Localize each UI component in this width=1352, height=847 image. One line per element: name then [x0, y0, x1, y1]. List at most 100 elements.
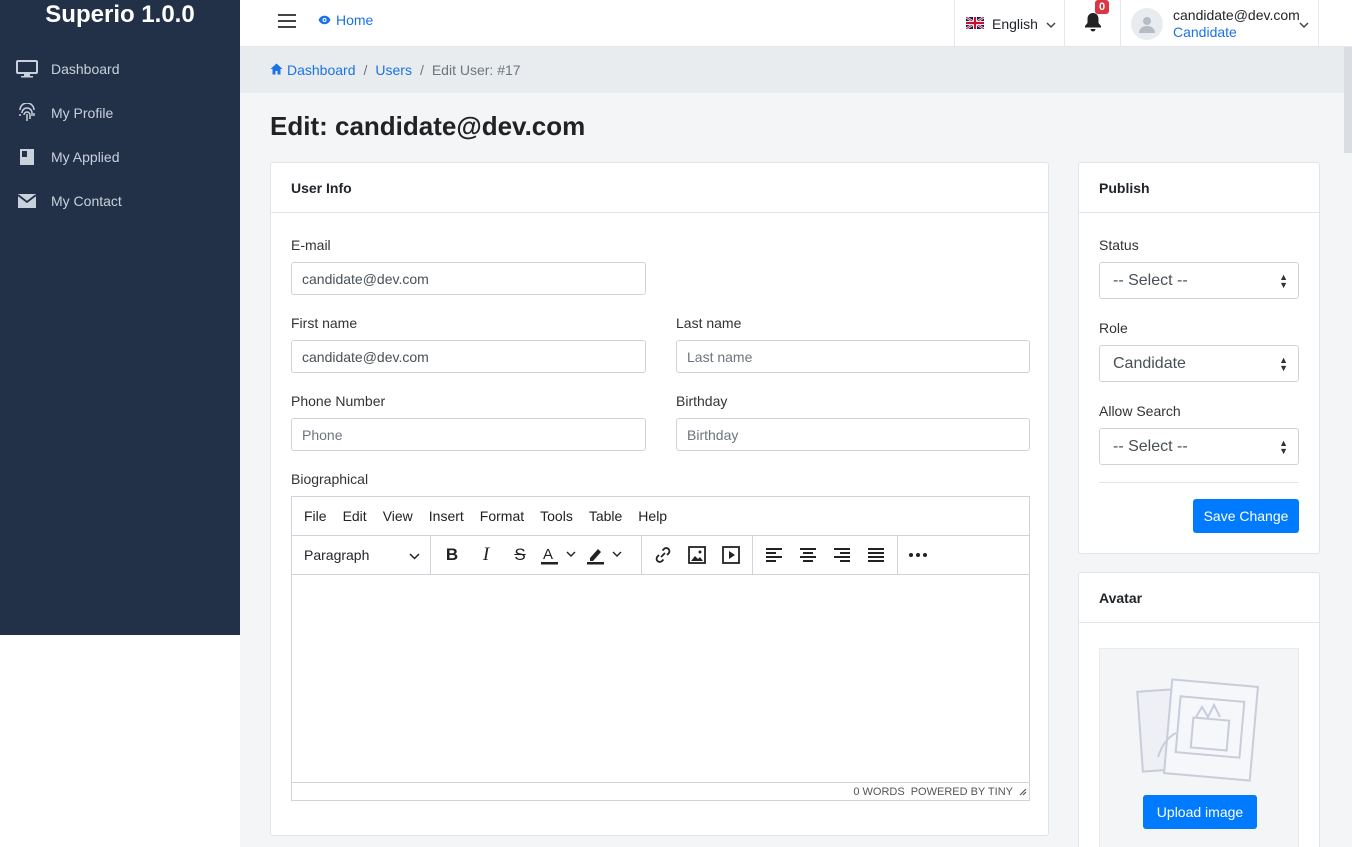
editor-toolbar: Paragraph B I S A: [292, 535, 1029, 575]
align-left-icon[interactable]: [757, 540, 791, 570]
breadcrumb-dashboard-link[interactable]: Dashboard: [287, 62, 356, 78]
editor-menu-table[interactable]: Table: [589, 508, 622, 524]
home-label: Home: [336, 12, 374, 28]
resize-handle-icon[interactable]: [1017, 786, 1027, 799]
publish-heading: Publish: [1079, 163, 1319, 213]
editor-menu-tools[interactable]: Tools: [540, 508, 573, 524]
breadcrumb-separator: /: [363, 62, 368, 78]
publish-card: Publish Status -- Select -- ▲ ▼ Role Cand…: [1078, 162, 1320, 554]
sidebar-item-my-profile[interactable]: My Profile: [0, 91, 240, 135]
user-role: Candidate: [1173, 23, 1237, 40]
phone-label: Phone Number: [291, 393, 386, 409]
editor-menu-edit[interactable]: Edit: [343, 508, 367, 524]
editor-menu-insert[interactable]: Insert: [429, 508, 464, 524]
editor-statusbar: 0 WORDS POWERED BY TINY: [292, 782, 1029, 800]
block-format-dropdown[interactable]: Paragraph: [292, 535, 431, 575]
sidebar: Superio 1.0.0 Dashboard My Profile My Ap…: [0, 0, 240, 635]
brand-logo[interactable]: Superio 1.0.0: [0, 0, 240, 47]
sidebar-item-label: Dashboard: [51, 61, 120, 77]
birthday-field[interactable]: Birthday: [676, 418, 1030, 451]
sidebar-item-dashboard[interactable]: Dashboard: [0, 47, 240, 91]
chevron-down-icon: [409, 547, 420, 563]
top-navbar: Home English 0 candidate@dev.com Candida…: [240, 0, 1352, 47]
status-label: Status: [1099, 237, 1139, 253]
user-info-heading: User Info: [271, 163, 1048, 213]
breadcrumb-current: Edit User: #17: [431, 62, 521, 78]
upload-image-button[interactable]: Upload image: [1143, 795, 1257, 829]
sidebar-item-my-applied[interactable]: My Applied: [0, 135, 240, 179]
hamburger-menu-icon[interactable]: [278, 14, 296, 28]
editor-menu-format[interactable]: Format: [480, 508, 524, 524]
role-select[interactable]: Candidate ▲ ▼: [1099, 345, 1299, 382]
media-icon[interactable]: [714, 540, 748, 570]
chevron-down-icon: [1299, 16, 1309, 32]
justify-icon[interactable]: [859, 540, 893, 570]
editor-content-area[interactable]: [292, 575, 1029, 783]
breadcrumb: Dashboard / Users / Edit User: #17: [240, 47, 1352, 93]
editor-menu-file[interactable]: File: [304, 508, 327, 524]
biographical-label: Biographical: [291, 471, 369, 487]
user-menu[interactable]: candidate@dev.com Candidate: [1121, 0, 1319, 47]
rich-text-editor: File Edit View Insert Format Tools Table…: [291, 496, 1030, 801]
language-label: English: [992, 15, 1038, 32]
italic-icon[interactable]: I: [469, 540, 503, 570]
breadcrumb-users-link[interactable]: Users: [375, 62, 412, 78]
sidebar-item-my-contact[interactable]: My Contact: [0, 179, 240, 223]
notification-button[interactable]: 0: [1065, 0, 1121, 47]
select-arrows-icon: ▲ ▼: [1279, 355, 1288, 373]
allow-search-select[interactable]: -- Select -- ▲ ▼: [1099, 428, 1299, 465]
birthday-label: Birthday: [676, 393, 728, 409]
email-label: E-mail: [291, 237, 331, 253]
align-center-icon[interactable]: [791, 540, 825, 570]
chevron-down-icon: [1046, 16, 1056, 32]
save-change-button[interactable]: Save Change: [1193, 499, 1299, 533]
language-selector[interactable]: English: [954, 0, 1065, 47]
user-icon: [1139, 16, 1155, 33]
email-field[interactable]: candidate@dev.com: [291, 262, 646, 295]
word-count: 0 WORDS: [853, 785, 905, 798]
main-content: Dashboard / Users / Edit User: #17 Edit:…: [240, 47, 1352, 847]
home-icon: [270, 62, 283, 78]
user-email: candidate@dev.com: [1173, 6, 1300, 23]
text-color-icon[interactable]: A: [537, 540, 583, 570]
allow-search-label: Allow Search: [1099, 403, 1181, 419]
highlight-color-icon[interactable]: [583, 540, 629, 570]
avatar-upload-area: Upload image: [1099, 648, 1299, 847]
phone-field[interactable]: Phone: [291, 418, 646, 451]
bell-icon: [1084, 12, 1102, 35]
sidebar-item-label: My Contact: [51, 193, 122, 209]
editor-menubar: File Edit View Insert Format Tools Table…: [292, 497, 1029, 536]
scrollbar[interactable]: [1344, 47, 1352, 153]
link-icon[interactable]: [646, 540, 680, 570]
block-format-label: Paragraph: [304, 547, 370, 563]
strikethrough-icon[interactable]: S: [503, 540, 537, 570]
powered-by-tiny-link[interactable]: POWERED BY TINY: [911, 786, 1013, 798]
last-name-field[interactable]: Last name: [676, 340, 1030, 373]
status-select[interactable]: -- Select -- ▲ ▼: [1099, 262, 1299, 299]
bold-icon[interactable]: B: [435, 540, 469, 570]
monitor-icon: [16, 58, 38, 80]
uk-flag-icon: [965, 15, 985, 32]
role-select-value: Candidate: [1113, 354, 1186, 372]
brand-text: Superio 1.0.0: [45, 0, 195, 28]
sidebar-item-label: My Profile: [51, 105, 114, 121]
home-link[interactable]: Home: [318, 12, 373, 28]
first-name-label: First name: [291, 315, 358, 331]
select-arrows-icon: ▲ ▼: [1279, 272, 1288, 290]
breadcrumb-separator: /: [419, 62, 424, 78]
image-icon[interactable]: [680, 540, 714, 570]
editor-menu-view[interactable]: View: [383, 508, 413, 524]
allow-search-select-value: -- Select --: [1113, 437, 1188, 455]
first-name-field[interactable]: candidate@dev.com: [291, 340, 646, 373]
align-right-icon[interactable]: [825, 540, 859, 570]
avatar-heading: Avatar: [1079, 573, 1319, 623]
editor-menu-help[interactable]: Help: [638, 508, 667, 524]
divider: [1099, 482, 1299, 483]
image-placeholder-icon: [1136, 677, 1260, 786]
avatar: [1131, 7, 1163, 40]
book-icon: [16, 146, 38, 168]
last-name-label: Last name: [676, 315, 742, 331]
eye-icon: [318, 12, 331, 28]
notification-badge: 0: [1095, 0, 1110, 14]
more-options-icon[interactable]: [898, 540, 932, 570]
